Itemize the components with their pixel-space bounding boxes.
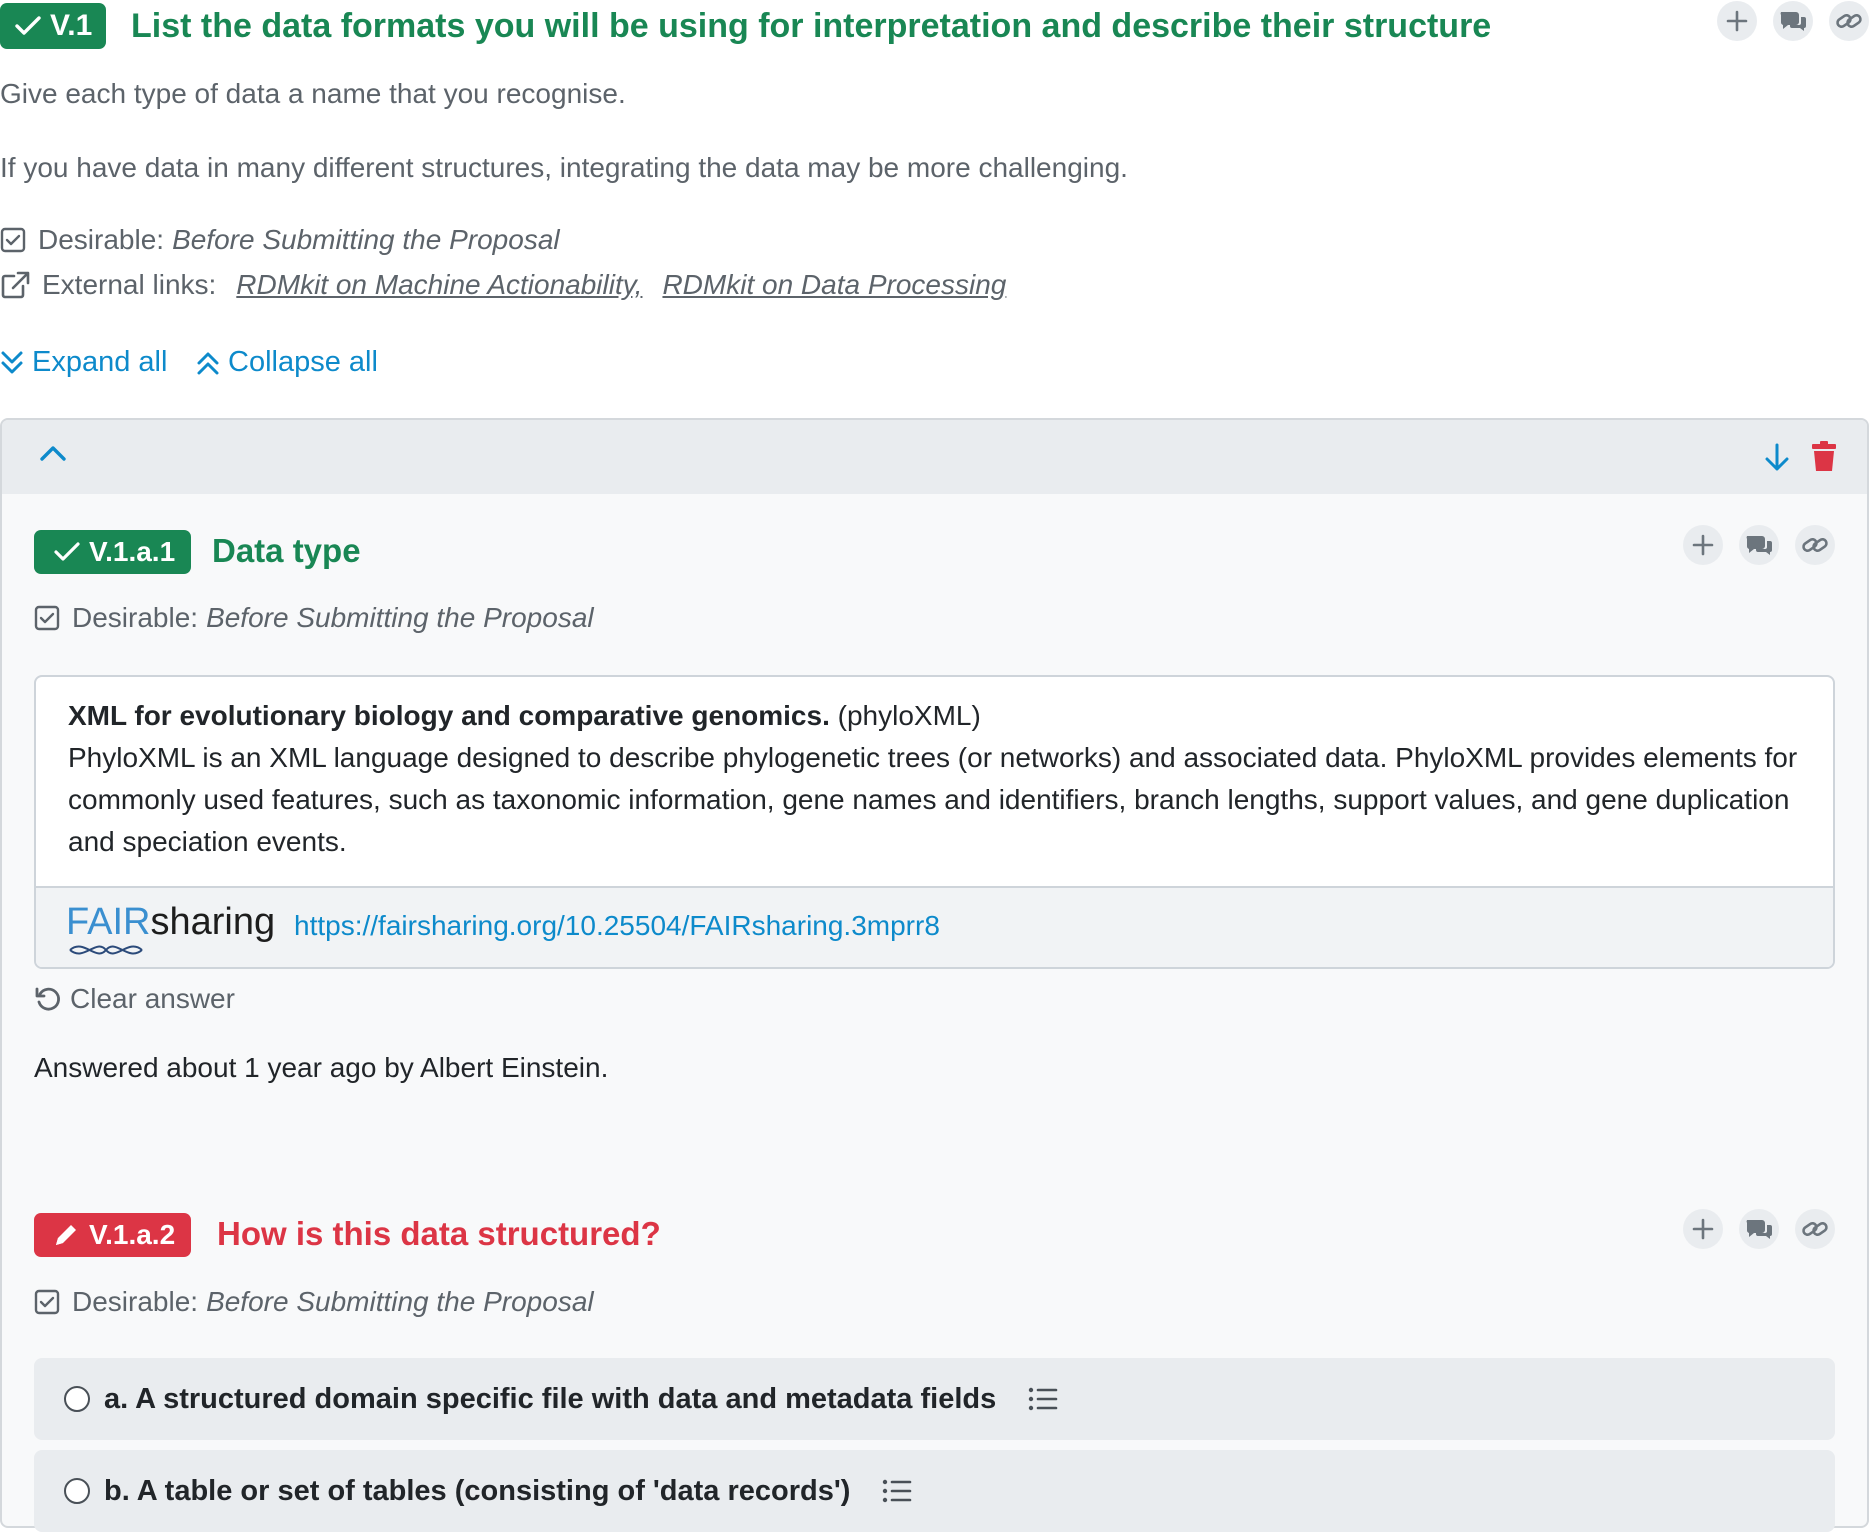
link-icon bbox=[1835, 9, 1863, 33]
answer-heading: XML for evolutionary biology and compara… bbox=[68, 695, 1801, 737]
list-icon[interactable] bbox=[1028, 1386, 1058, 1412]
subquestion-1-add-button[interactable] bbox=[1683, 525, 1723, 565]
subquestion-2-add-button[interactable] bbox=[1683, 1209, 1723, 1249]
desirable-label: Desirable: bbox=[38, 224, 165, 255]
desirable-value: Before Submitting the Proposal bbox=[206, 602, 594, 633]
question-badge-label: V.1 bbox=[50, 9, 93, 42]
subquestion-1-status-badge: V.1.a.1 bbox=[34, 530, 192, 574]
checkbox-checked-icon bbox=[34, 605, 60, 631]
collapse-all-label: Collapse all bbox=[228, 346, 378, 378]
subquestion-2-comments-button[interactable] bbox=[1739, 1209, 1779, 1249]
comments-button[interactable] bbox=[1773, 1, 1813, 41]
subquestion-2-badge-label: V.1.a.2 bbox=[89, 1219, 176, 1250]
expand-all-button[interactable]: Expand all bbox=[0, 346, 167, 379]
delete-item-button[interactable] bbox=[1811, 440, 1837, 472]
external-link-icon bbox=[0, 271, 30, 299]
plus-icon bbox=[1692, 534, 1714, 556]
desirable-row: Desirable: Before Submitting the Proposa… bbox=[0, 224, 560, 256]
link-icon bbox=[1801, 1217, 1829, 1241]
desirable-label: Desirable: bbox=[72, 1286, 199, 1317]
option-a-radio[interactable] bbox=[64, 1386, 90, 1412]
desirable-value: Before Submitting the Proposal bbox=[206, 1286, 594, 1317]
external-links-label: External links: bbox=[42, 269, 217, 300]
desirable-value: Before Submitting the Proposal bbox=[172, 224, 560, 255]
checkbox-checked-icon bbox=[0, 227, 26, 253]
subquestion-1-link-button[interactable] bbox=[1795, 525, 1835, 565]
option-b-label: b. A table or set of tables (consisting … bbox=[104, 1474, 851, 1507]
link-button[interactable] bbox=[1829, 1, 1869, 41]
external-link-machine-actionability[interactable]: RDMkit on Machine Actionability, bbox=[236, 269, 642, 301]
question-description-2: If you have data in many different struc… bbox=[0, 152, 1128, 183]
answer-card: XML for evolutionary biology and compara… bbox=[34, 675, 1835, 969]
fairsharing-url-link[interactable]: https://fairsharing.org/10.25504/FAIRsha… bbox=[294, 910, 940, 942]
answer-name: XML for evolutionary biology and compara… bbox=[68, 700, 830, 731]
check-icon bbox=[15, 15, 41, 37]
desirable-label: Desirable: bbox=[72, 602, 199, 633]
chevrons-up-icon bbox=[196, 350, 220, 376]
answer-abbreviation: (phyloXML) bbox=[837, 700, 981, 731]
plus-icon bbox=[1692, 1218, 1714, 1240]
link-icon bbox=[1801, 533, 1829, 557]
list-icon[interactable] bbox=[882, 1478, 912, 1504]
fairsharing-logo-sharing: sharing bbox=[150, 901, 276, 943]
expand-all-label: Expand all bbox=[32, 346, 168, 378]
comments-icon bbox=[1744, 533, 1774, 557]
subquestion-2-desirable-row: Desirable: Before Submitting the Proposa… bbox=[34, 1286, 594, 1318]
question-status-badge: V.1 bbox=[0, 3, 107, 49]
clear-answer-label: Clear answer bbox=[70, 983, 235, 1014]
option-b-radio[interactable] bbox=[64, 1478, 90, 1504]
option-a-label: a. A structured domain specific file wit… bbox=[104, 1382, 997, 1415]
checkbox-checked-icon bbox=[34, 1289, 60, 1315]
external-link-data-processing[interactable]: RDMkit on Data Processing bbox=[662, 269, 1006, 301]
subquestion-2-link-button[interactable] bbox=[1795, 1209, 1835, 1249]
collapse-all-button[interactable]: Collapse all bbox=[196, 346, 378, 379]
comments-icon bbox=[1778, 9, 1808, 33]
subquestion-1-desirable-row: Desirable: Before Submitting the Proposa… bbox=[34, 602, 594, 634]
clear-answer-button[interactable]: Clear answer bbox=[34, 983, 235, 1015]
arrow-down-icon bbox=[1764, 442, 1790, 474]
trash-icon bbox=[1811, 440, 1837, 472]
subquestion-2-status-badge: V.1.a.2 bbox=[34, 1213, 192, 1257]
fairsharing-logo-fair: FAIR bbox=[66, 901, 151, 943]
fairsharing-logo: FAIRsharing bbox=[66, 902, 276, 962]
subquestion-1-badge-label: V.1.a.1 bbox=[89, 536, 176, 567]
answer-footer: FAIRsharing https://fairsharing.org/10.2… bbox=[36, 886, 1833, 967]
chevron-up-icon bbox=[38, 442, 68, 464]
subquestion-1-comments-button[interactable] bbox=[1739, 525, 1779, 565]
option-a[interactable]: a. A structured domain specific file wit… bbox=[34, 1358, 1835, 1440]
option-b[interactable]: b. A table or set of tables (consisting … bbox=[34, 1450, 1835, 1532]
subquestion-1-title: Data type bbox=[212, 532, 361, 569]
undo-icon bbox=[34, 985, 62, 1013]
external-links-row: External links: RDMkit on Machine Action… bbox=[0, 269, 1006, 301]
chevrons-down-icon bbox=[0, 350, 24, 376]
add-button[interactable] bbox=[1717, 1, 1757, 41]
move-down-button[interactable] bbox=[1764, 442, 1790, 474]
item-panel-header bbox=[2, 420, 1867, 494]
plus-icon bbox=[1726, 10, 1748, 32]
question-title: List the data formats you will be using … bbox=[131, 7, 1492, 45]
subquestion-2-title: How is this data structured? bbox=[217, 1215, 661, 1252]
check-icon bbox=[54, 541, 80, 563]
answer-description: PhyloXML is an XML language designed to … bbox=[68, 742, 1798, 857]
pencil-icon bbox=[52, 1221, 80, 1249]
comments-icon bbox=[1744, 1217, 1774, 1241]
collapse-item-button[interactable] bbox=[38, 442, 68, 464]
question-description-1: Give each type of data a name that you r… bbox=[0, 78, 626, 109]
answered-by-text: Answered about 1 year ago by Albert Eins… bbox=[34, 1052, 609, 1083]
